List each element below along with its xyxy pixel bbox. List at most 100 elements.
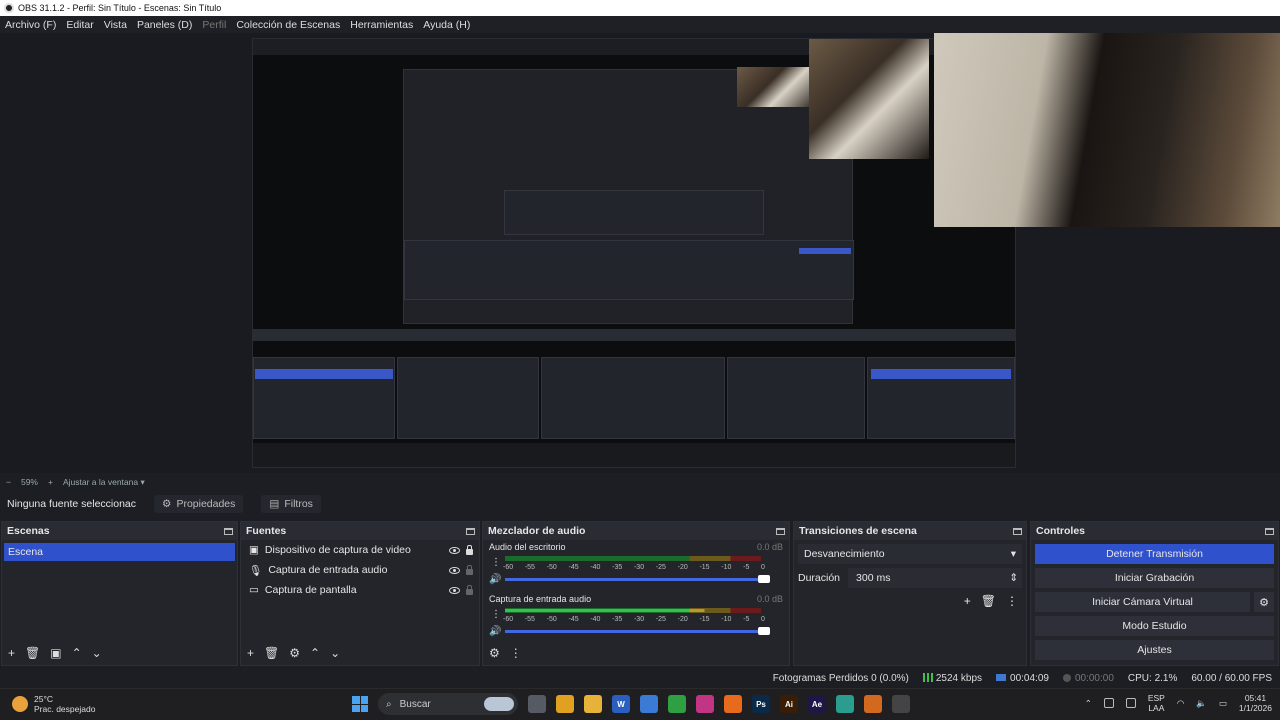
menu-scene-collection[interactable]: Colección de Escenas: [236, 19, 340, 31]
move-down-icon[interactable]: ⌄: [92, 646, 102, 660]
advanced-audio-icon[interactable]: ⚙: [489, 646, 500, 660]
microphone-app-icon[interactable]: [864, 695, 882, 713]
stop-stream-button[interactable]: Detener Transmisión: [1035, 544, 1274, 564]
speaker-icon[interactable]: 🔊: [489, 574, 501, 585]
controls-dock: Controles Detener Transmisión Iniciar Gr…: [1030, 521, 1279, 666]
chevron-up-icon[interactable]: ⌃: [1085, 698, 1092, 709]
speaker-icon[interactable]: 🔊: [489, 626, 501, 637]
visibility-eye-icon[interactable]: [449, 566, 460, 574]
menu-help[interactable]: Ayuda (H): [423, 19, 470, 31]
file-explorer-icon[interactable]: [584, 695, 602, 713]
kebab-menu-icon[interactable]: ⋮: [1006, 594, 1018, 608]
preview-area[interactable]: [0, 33, 1280, 473]
language-indicator[interactable]: ESP LAA: [1148, 693, 1165, 713]
visibility-eye-icon[interactable]: [449, 586, 460, 594]
instagram-icon[interactable]: [696, 695, 714, 713]
word-icon[interactable]: W: [612, 695, 630, 713]
properties-button[interactable]: ⚙ Propiedades: [154, 495, 244, 513]
gear-icon[interactable]: ⚙: [1254, 592, 1274, 612]
photoshop-icon[interactable]: Ps: [752, 695, 770, 713]
menu-file[interactable]: Archivo (F): [5, 19, 56, 31]
move-up-icon[interactable]: ⌃: [310, 646, 320, 660]
unlock-icon[interactable]: [466, 584, 473, 595]
zoom-out-button[interactable]: −: [6, 477, 11, 487]
mixer-title: Mezclador de audio: [488, 525, 586, 537]
add-scene-icon[interactable]: +: [8, 646, 15, 660]
visibility-eye-icon[interactable]: [449, 546, 460, 554]
kebab-menu-icon[interactable]: ⋮: [491, 609, 501, 620]
settings-button[interactable]: Ajustes: [1035, 640, 1274, 660]
menu-edit[interactable]: Editar: [66, 19, 93, 31]
controls-header: Controles: [1031, 522, 1278, 540]
tick: -25: [655, 616, 666, 623]
store-icon[interactable]: [640, 695, 658, 713]
lock-icon[interactable]: [466, 544, 473, 555]
tray-app-icon[interactable]: [1103, 698, 1114, 708]
start-recording-button[interactable]: Iniciar Grabación: [1035, 568, 1274, 588]
stepper-arrows-icon[interactable]: ⇕: [1009, 572, 1018, 584]
minecraft-icon[interactable]: [668, 695, 686, 713]
tick: -45: [568, 616, 579, 623]
dock-undock-icon[interactable]: [776, 527, 785, 535]
after-effects-icon[interactable]: Ae: [808, 695, 826, 713]
weather-widget[interactable]: 25°C Prac. despejado: [12, 694, 95, 714]
transition-select[interactable]: Desvanecimiento ▾: [798, 544, 1022, 564]
task-view-icon[interactable]: [528, 695, 546, 713]
menu-view[interactable]: Vista: [104, 19, 127, 31]
duration-stepper[interactable]: 300 ms ⇕: [848, 568, 1022, 588]
dock-undock-icon[interactable]: [1013, 527, 1022, 535]
sources-toolbar: + 🗑 ⚙ ⌃ ⌄: [241, 643, 479, 663]
kebab-menu-icon[interactable]: ⋮: [510, 646, 522, 660]
windows-start-icon[interactable]: [352, 696, 368, 712]
scene-item[interactable]: Escena: [4, 543, 235, 561]
speaker-icon[interactable]: 🔈: [1196, 698, 1207, 709]
studio-mode-button[interactable]: Modo Estudio: [1035, 616, 1274, 636]
start-virtual-camera-button[interactable]: Iniciar Cámara Virtual: [1035, 592, 1250, 612]
scenes-header: Escenas: [2, 522, 237, 540]
preview-canvas[interactable]: [252, 38, 1016, 468]
add-transition-icon[interactable]: +: [964, 594, 971, 608]
menu-profile[interactable]: Perfil: [202, 19, 226, 31]
dock-undock-icon[interactable]: [466, 527, 475, 535]
fit-window-dropdown[interactable]: Ajustar a la ventana ▾: [63, 477, 145, 488]
move-up-icon[interactable]: ⌃: [72, 646, 82, 660]
chrome-icon[interactable]: [556, 695, 574, 713]
camera-feed[interactable]: [934, 33, 1280, 227]
channel-db: 0.0 dB: [756, 542, 783, 552]
unlock-icon[interactable]: [466, 564, 473, 575]
dock-undock-icon[interactable]: [1265, 527, 1274, 535]
add-source-icon[interactable]: +: [247, 646, 254, 660]
source-item[interactable]: 🎙 Captura de entrada audio: [241, 560, 479, 580]
trash-icon[interactable]: 🗑: [25, 646, 40, 660]
tray-mic-icon[interactable]: [1125, 698, 1136, 708]
capcut-icon[interactable]: [836, 695, 854, 713]
gear-icon[interactable]: ⚙: [289, 646, 300, 660]
menu-tools[interactable]: Herramientas: [350, 19, 413, 31]
trash-icon[interactable]: 🗑: [981, 594, 996, 608]
illustrator-icon[interactable]: Ai: [780, 695, 798, 713]
trash-icon[interactable]: 🗑: [264, 646, 279, 660]
battery-icon[interactable]: ▭: [1219, 698, 1227, 709]
volume-slider[interactable]: [505, 630, 761, 633]
temperature: 25°C: [34, 694, 53, 704]
scenes-dock: Escenas Escena + 🗑 ▣ ⌃ ⌄: [1, 521, 238, 666]
source-item[interactable]: ▣ Dispositivo de captura de video: [241, 540, 479, 560]
move-down-icon[interactable]: ⌄: [330, 646, 340, 660]
dock-undock-icon[interactable]: [224, 527, 233, 535]
taskbar-search[interactable]: ⌕ Buscar: [378, 693, 518, 715]
clock-date: 1/1/2026: [1238, 703, 1272, 713]
volume-slider[interactable]: [505, 578, 761, 581]
volume-slider-handle[interactable]: [758, 575, 770, 583]
wifi-icon[interactable]: ◠: [1177, 698, 1184, 709]
clock[interactable]: 05:41 1/1/2026: [1239, 693, 1272, 713]
filters-button[interactable]: ▤ Filtros: [261, 495, 321, 513]
menu-docks[interactable]: Paneles (D): [137, 19, 192, 31]
obs-icon[interactable]: [892, 695, 910, 713]
kebab-menu-icon[interactable]: ⋮: [491, 557, 501, 568]
source-item[interactable]: ▭ Captura de pantalla: [241, 580, 479, 600]
volume-slider-handle[interactable]: [758, 627, 770, 635]
tick: -15: [699, 616, 710, 623]
scene-filters-icon[interactable]: ▣: [50, 646, 61, 660]
zoom-in-button[interactable]: +: [48, 477, 53, 487]
brave-icon[interactable]: [724, 695, 742, 713]
